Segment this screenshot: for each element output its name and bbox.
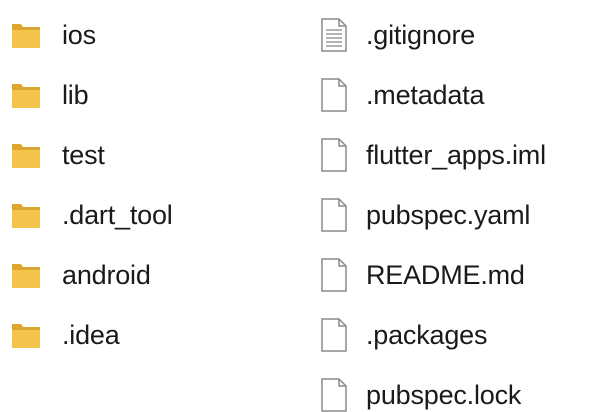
file-icon: [316, 135, 352, 175]
file-label: pubspec.yaml: [366, 199, 531, 230]
file-column: .gitignore .metadata flutter_apps.iml pu…: [316, 5, 546, 412]
folder-item-test[interactable]: test: [8, 125, 173, 185]
file-label: .packages: [366, 319, 488, 350]
file-item-pubspec-yaml[interactable]: pubspec.yaml: [316, 185, 546, 245]
folder-icon: [8, 197, 44, 233]
file-label: flutter_apps.iml: [366, 139, 546, 170]
file-icon: [316, 375, 352, 412]
file-explorer-view: ios lib test .dart_tool android .idea .g…: [0, 0, 597, 412]
file-item-flutter-apps-iml[interactable]: flutter_apps.iml: [316, 125, 546, 185]
folder-icon: [8, 317, 44, 353]
file-item-gitignore[interactable]: .gitignore: [316, 5, 546, 65]
folder-icon: [8, 257, 44, 293]
folder-item-lib[interactable]: lib: [8, 65, 173, 125]
folder-item-ios[interactable]: ios: [8, 5, 173, 65]
folder-label: .idea: [62, 319, 120, 350]
folder-item-idea[interactable]: .idea: [8, 305, 173, 365]
file-item-readme-md[interactable]: README.md: [316, 245, 546, 305]
folder-label: ios: [62, 19, 96, 50]
folder-label: lib: [62, 79, 89, 110]
file-icon: [316, 195, 352, 235]
folder-label: .dart_tool: [62, 199, 173, 230]
folder-item-dart-tool[interactable]: .dart_tool: [8, 185, 173, 245]
file-label: .metadata: [366, 79, 485, 110]
folder-icon: [8, 17, 44, 53]
file-icon: [316, 255, 352, 295]
file-label: README.md: [366, 259, 525, 290]
text-file-icon: [316, 15, 352, 55]
folder-label: test: [62, 139, 105, 170]
file-item-pubspec-lock[interactable]: pubspec.lock: [316, 365, 546, 412]
folder-icon: [8, 77, 44, 113]
folder-column: ios lib test .dart_tool android .idea: [8, 5, 173, 365]
file-label: pubspec.lock: [366, 379, 522, 410]
file-icon: [316, 75, 352, 115]
folder-icon: [8, 137, 44, 173]
file-item-packages[interactable]: .packages: [316, 305, 546, 365]
file-label: .gitignore: [366, 19, 476, 50]
file-icon: [316, 315, 352, 355]
folder-item-android[interactable]: android: [8, 245, 173, 305]
folder-label: android: [62, 259, 151, 290]
file-item-metadata[interactable]: .metadata: [316, 65, 546, 125]
